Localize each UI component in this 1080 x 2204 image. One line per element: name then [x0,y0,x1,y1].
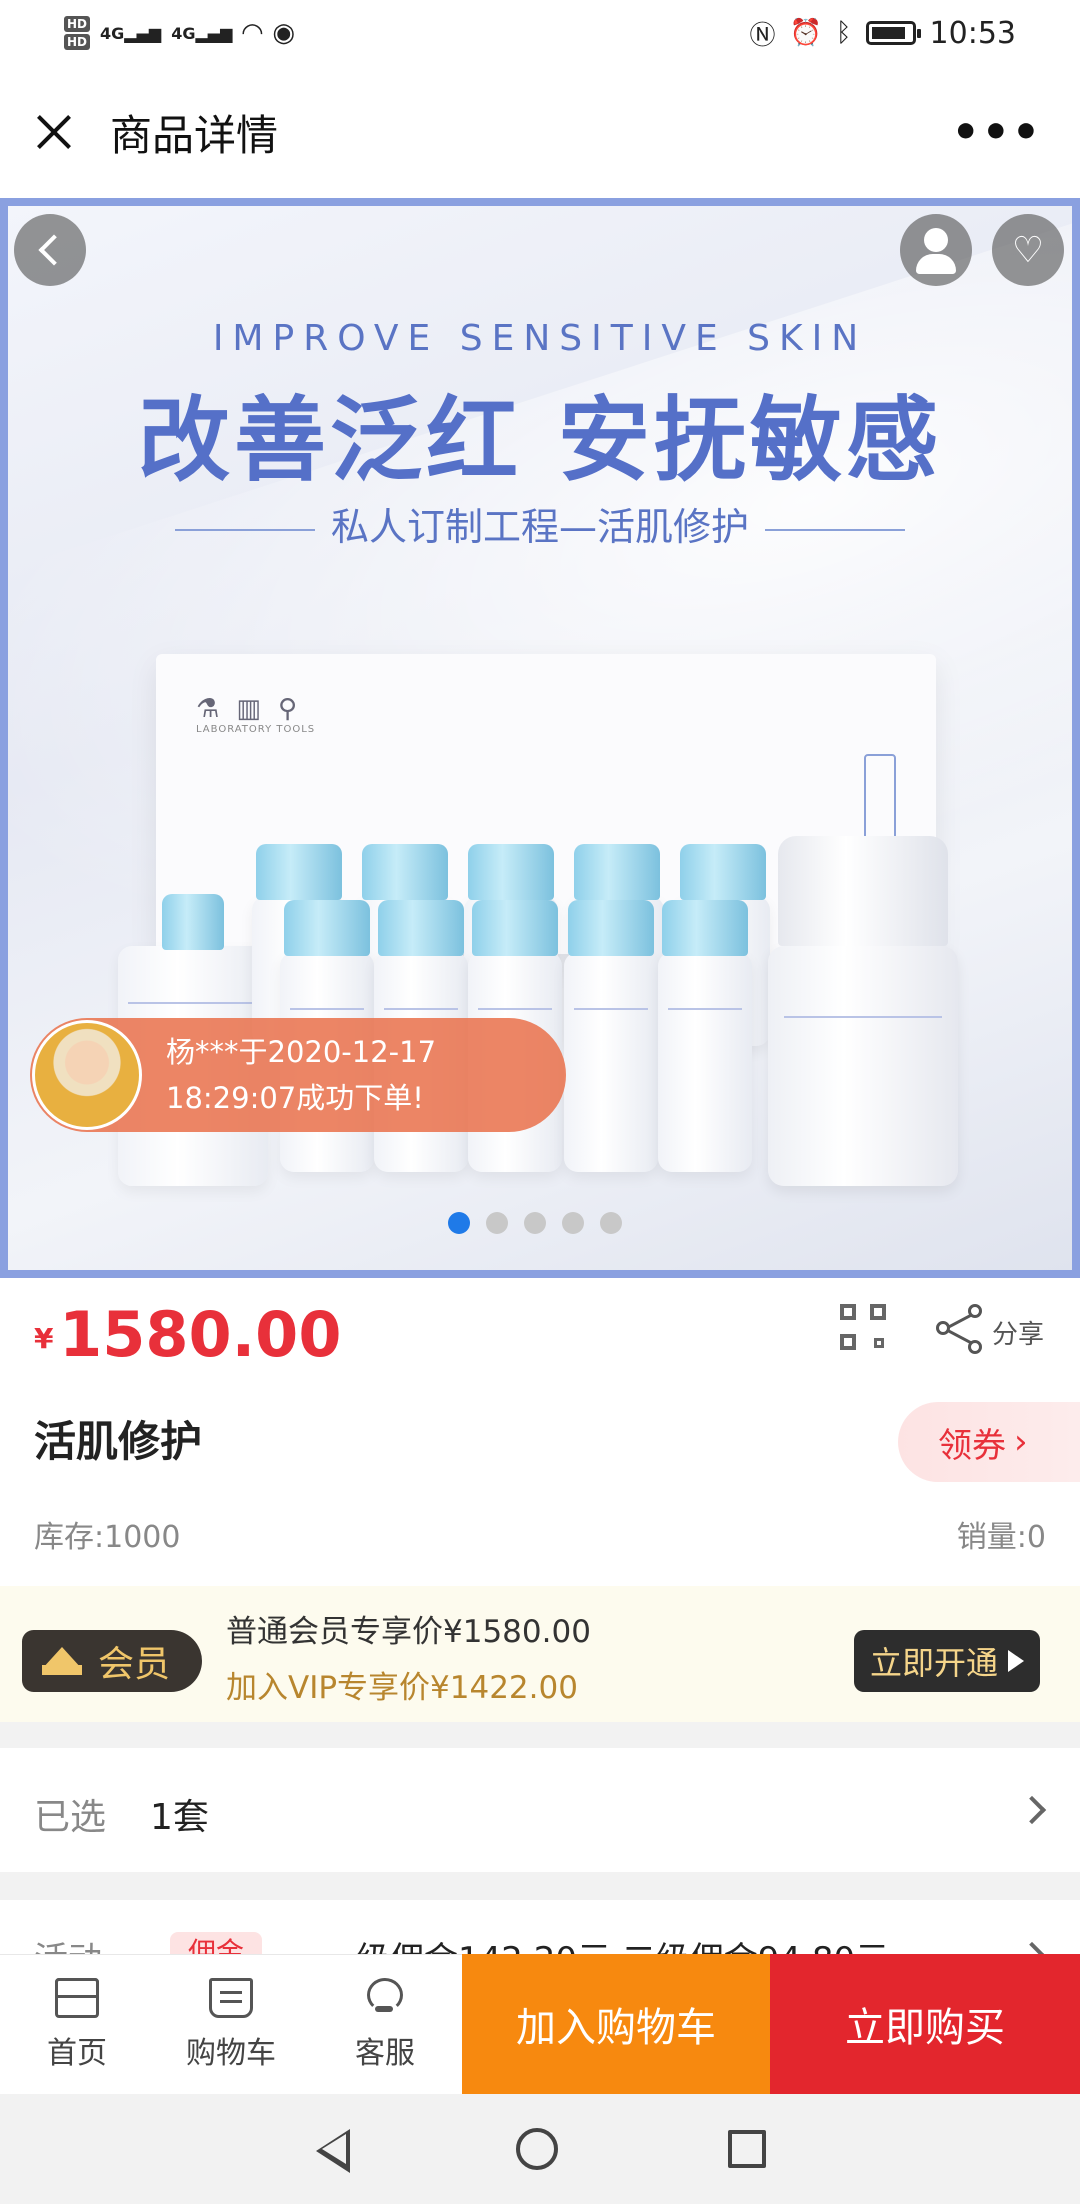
status-bar: HD HD 4G▂▄▆ 4G▂▄▆ ◠ ◉ Ⓝ ⏰ ᛒ 10:53 [0,0,1080,66]
price-value: 1580.00 [59,1298,342,1371]
carousel-dot[interactable] [486,1212,508,1234]
nfc-icon: Ⓝ [749,20,776,51]
tab-home-label: 首页 [47,2036,107,2071]
share-icon[interactable] [936,1304,982,1354]
tab-cart-label: 购物车 [186,2036,276,2071]
box-brand: ⚗ ▥ ⚲ LABORATORY TOOLS [196,694,316,735]
currency-symbol: ¥ [34,1322,54,1355]
hd-badge-2: HD [64,34,91,50]
product-image-carousel[interactable]: IMPROVE SENSITIVE SKIN 改善泛红 安抚敏感 私人订制工程—… [0,198,1080,1278]
buy-now-button[interactable]: 立即购买 [770,1954,1080,2094]
qr-code-icon[interactable] [840,1304,886,1350]
product-vial [658,900,752,1172]
signal-icon-2: 4G▂▄▆ [171,23,233,43]
chevron-right-icon: › [1014,1422,1028,1462]
tab-service-label: 客服 [355,2036,415,2071]
crown-icon [42,1647,82,1675]
headset-icon [363,1978,407,2018]
banner-headline-cn: 改善泛红 安抚敏感 [137,387,943,494]
hd-badge-1: HD [64,16,91,32]
wifi-icon: ◠ [242,18,263,48]
heart-icon[interactable]: ♡ [992,214,1064,286]
system-home-icon[interactable] [516,2128,558,2170]
product-price: ¥ 1580.00 [34,1298,341,1371]
carousel-dot[interactable] [562,1212,584,1234]
carousel-indicator [448,1212,622,1234]
order-notice-text: 杨***于2020-12-17 18:29:07成功下单! [166,1035,437,1115]
banner-headline-en: IMPROVE SENSITIVE SKIN [212,318,868,359]
normal-member-price: 普通会员专享价¥1580.00 [226,1614,591,1650]
chevron-right-icon [1017,1795,1047,1825]
carousel-dot[interactable] [524,1212,546,1234]
member-banner: 会员 普通会员专享价¥1580.00 加入VIP专享价¥1422.00 立即开通 [0,1586,1080,1722]
vip-member-price: 加入VIP专享价¥1422.00 [226,1670,578,1706]
add-to-cart-button[interactable]: 加入购物车 [462,1954,770,2094]
open-vip-button[interactable]: 立即开通 [854,1630,1040,1692]
signal-icon-1: 4G▂▄▆ [100,23,162,43]
member-badge-label: 会员 [98,1644,171,1685]
eye-icon: ◉ [272,18,296,48]
close-icon[interactable] [30,108,78,156]
hd-indicators: HD HD [64,16,91,50]
cart-icon [209,1978,253,2018]
avatar [32,1020,142,1130]
nav-bar: 商品详情 ••• [0,66,1080,198]
sales-count: 销量:0 [956,1520,1046,1555]
member-badge: 会员 [22,1630,202,1692]
activity-row[interactable]: 活动 佣金 一级佣金142.20元,二级佣金94.80元 [0,1900,1080,1960]
product-info: ¥ 1580.00 分享 活肌修护 领券 › 库存:1000 销量:0 会员 普… [0,1278,1080,1722]
user-icon[interactable] [900,214,972,286]
selected-label: 已选 [34,1797,107,1838]
system-nav-bar [0,2094,1080,2204]
status-left: HD HD 4G▂▄▆ 4G▂▄▆ ◠ ◉ [64,16,295,50]
back-arrow-icon[interactable] [14,214,86,286]
product-jar [768,836,958,1186]
product-vial [564,900,658,1172]
more-menu-button[interactable]: ••• [952,107,1042,158]
share-label[interactable]: 分享 [992,1314,1044,1351]
clock: 10:53 [929,15,1016,51]
tab-cart[interactable]: 购物车 [156,1955,306,2095]
tab-home[interactable]: 首页 [2,1955,152,2095]
product-title: 活肌修护 [34,1417,203,1466]
tab-service[interactable]: 客服 [310,1955,460,2095]
bluetooth-icon: ᛒ [835,18,852,48]
carousel-dot[interactable] [600,1212,622,1234]
selected-spec-row[interactable]: 已选 1套 [0,1748,1080,1872]
alarm-icon: ⏰ [789,18,822,48]
page-title: 商品详情 [110,110,279,160]
carousel-dot-active[interactable] [448,1212,470,1234]
system-recents-icon[interactable] [728,2130,766,2168]
store-icon [55,1978,99,2018]
coupon-label: 领券 [938,1425,1006,1466]
system-back-icon[interactable] [314,2127,350,2173]
stock-count: 库存:1000 [34,1520,181,1555]
banner-subline: 私人订制工程—活肌修护 [8,496,1072,551]
get-coupon-button[interactable]: 领券 › [898,1402,1080,1482]
battery-icon [865,21,921,45]
status-right: Ⓝ ⏰ ᛒ 10:53 [750,15,1016,52]
selected-value: 1套 [150,1797,209,1838]
order-notification: 杨***于2020-12-17 18:29:07成功下单! [30,1018,566,1132]
